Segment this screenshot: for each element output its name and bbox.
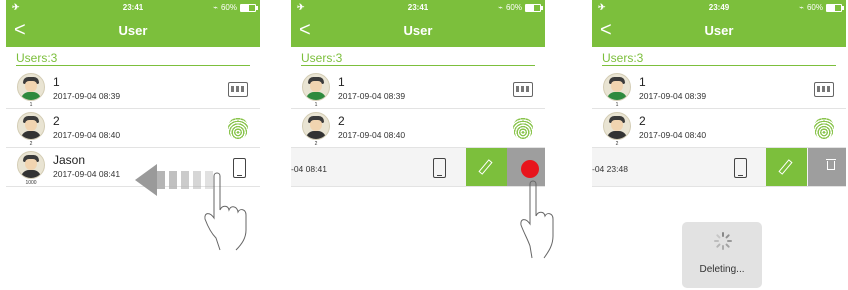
swiped-list-item[interactable]: -04 08:41: [291, 148, 545, 187]
screen-2: ✈ 23:41 ⌁ 60% < User Users:3 1 1 2017-09…: [291, 0, 545, 290]
user-date-fragment: -04 23:48: [592, 164, 628, 174]
users-count: Users:3: [301, 51, 343, 65]
user-name: 1: [53, 75, 60, 89]
status-right: ⌁ 60%: [498, 3, 543, 12]
user-name: 2: [338, 114, 345, 128]
pencil-icon: [478, 159, 493, 175]
status-right: ⌁ 60%: [213, 3, 258, 12]
fingerprint-icon: [814, 117, 834, 139]
tap-indicator: [521, 160, 539, 178]
delete-button[interactable]: [808, 148, 846, 186]
list-item[interactable]: 2 2 2017-09-04 08:40: [592, 109, 846, 148]
trash-icon: [826, 159, 836, 170]
battery-percent: 60%: [505, 3, 522, 12]
swipe-left-arrow-icon: [135, 164, 157, 196]
loading-toast: Deleting...: [682, 222, 762, 288]
avatar: 2: [16, 112, 46, 147]
avatar-number: 1: [29, 102, 33, 108]
avatar: 1: [16, 73, 46, 108]
fingerprint-icon: [513, 117, 533, 139]
spinner-icon: [714, 232, 732, 250]
bluetooth-icon: ⌁: [213, 3, 218, 12]
bluetooth-icon: ⌁: [498, 3, 503, 12]
user-name: Jason: [53, 153, 86, 167]
avatar: 1000: [16, 151, 46, 186]
avatar-number: 1: [615, 102, 619, 108]
keypad-icon: [228, 82, 248, 97]
user-date: 2017-09-04 08:39: [639, 91, 707, 101]
status-right: ⌁ 60%: [799, 3, 844, 12]
list-item[interactable]: 1 1 2017-09-04 08:39: [291, 70, 545, 109]
list-item[interactable]: 1 1 2017-09-04 08:39: [592, 70, 846, 109]
divider: [301, 65, 535, 66]
phone-icon: [734, 158, 747, 178]
user-date: 2017-09-04 08:39: [53, 91, 121, 101]
hand-pointer-icon: [520, 180, 554, 259]
battery-percent: 60%: [220, 3, 237, 12]
nav-bar: < User: [592, 15, 846, 47]
avatar: 1: [602, 73, 632, 108]
status-bar: ✈ 23:49 ⌁ 60%: [592, 0, 846, 15]
avatar: 2: [301, 112, 331, 147]
list-item[interactable]: 2 2 2017-09-04 08:40: [291, 109, 545, 148]
avatar: 2: [602, 112, 632, 147]
status-bar: ✈ 23:41 ⌁ 60%: [6, 0, 260, 15]
toast-text: Deleting...: [699, 264, 745, 275]
list-item[interactable]: 1 1 2017-09-04 08:39: [6, 70, 260, 109]
battery-icon: [240, 3, 258, 12]
avatar-number: 2: [314, 141, 318, 147]
user-date: 2017-09-04 08:40: [639, 130, 707, 140]
edit-button[interactable]: [466, 148, 507, 186]
keypad-icon: [513, 82, 533, 97]
avatar-number: 2: [29, 141, 33, 147]
fingerprint-icon: [228, 117, 248, 139]
user-date: 2017-09-04 08:39: [338, 91, 406, 101]
avatar: 1: [301, 73, 331, 108]
page-title: User: [118, 23, 148, 38]
page-title: User: [704, 23, 734, 38]
avatar-number: 1000: [25, 180, 37, 186]
user-date: 2017-09-04 08:41: [53, 169, 121, 179]
swiped-list-item[interactable]: -04 23:48: [592, 148, 846, 187]
battery-icon: [525, 3, 543, 12]
pencil-icon: [778, 159, 793, 175]
hand-pointer-icon: [204, 172, 247, 251]
phone-icon: [433, 158, 446, 178]
battery-icon: [826, 3, 844, 12]
users-count: Users:3: [602, 51, 644, 65]
battery-percent: 60%: [806, 3, 823, 12]
status-bar: ✈ 23:41 ⌁ 60%: [291, 0, 545, 15]
user-name: 1: [338, 75, 345, 89]
user-name: 1: [639, 75, 646, 89]
nav-bar: < User: [6, 15, 260, 47]
keypad-icon: [814, 82, 834, 97]
users-count: Users:3: [16, 51, 58, 65]
bluetooth-icon: ⌁: [799, 3, 804, 12]
user-name: 2: [639, 114, 646, 128]
divider: [602, 65, 836, 66]
edit-button[interactable]: [766, 148, 807, 186]
page-title: User: [403, 23, 433, 38]
user-date-fragment: -04 08:41: [291, 164, 327, 174]
avatar-number: 2: [615, 141, 619, 147]
user-date: 2017-09-04 08:40: [53, 130, 121, 140]
user-name: 2: [53, 114, 60, 128]
user-date: 2017-09-04 08:40: [338, 130, 406, 140]
list-item[interactable]: 2 2 2017-09-04 08:40: [6, 109, 260, 148]
divider: [16, 65, 250, 66]
avatar-number: 1: [314, 102, 318, 108]
nav-bar: < User: [291, 15, 545, 47]
